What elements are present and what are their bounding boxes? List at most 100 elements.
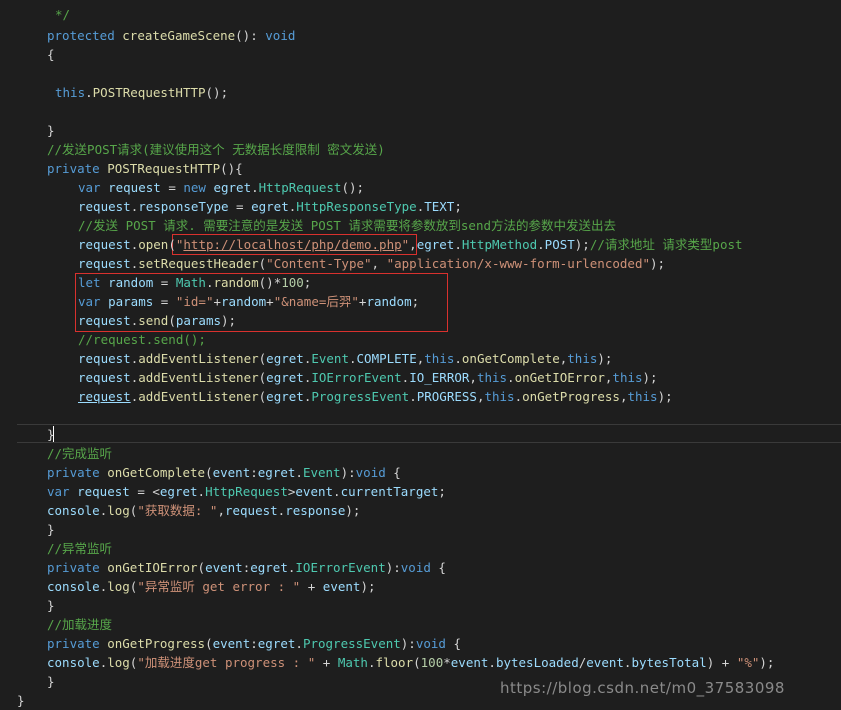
code-token: POSTRequestHTTP <box>92 85 206 100</box>
code-token: new <box>183 180 206 195</box>
code-line[interactable]: request.addEventListener(egret.IOErrorEv… <box>78 368 658 387</box>
code-token: "id=" <box>175 294 214 309</box>
code-token: //发送 POST 请求. 需要注意的是发送 POST 请求需要将参数放到sen… <box>78 218 617 233</box>
code-token: egret <box>266 370 304 385</box>
code-line[interactable]: //异常监听 <box>47 539 112 558</box>
code-token: console <box>47 503 100 518</box>
watermark-text: https://blog.csdn.net/m0_37583098 <box>500 679 785 697</box>
code-line[interactable]: protected createGameScene(): void <box>47 26 295 45</box>
code-token: addEventListener <box>138 370 259 385</box>
code-token: private <box>47 636 100 651</box>
code-token: . <box>251 180 259 195</box>
code-token: { <box>445 636 462 651</box>
code-token: random <box>366 294 412 309</box>
code-line[interactable]: } <box>17 691 25 710</box>
code-line[interactable]: request.addEventListener(egret.Event.COM… <box>78 349 612 368</box>
code-token: = <box>160 180 184 195</box>
code-token: this <box>424 351 455 366</box>
code-line[interactable]: console.log("异常监听 get error : " + event)… <box>47 577 376 596</box>
code-token: } <box>47 427 55 442</box>
code-token: ); <box>574 237 590 252</box>
code-token: (); <box>205 85 229 100</box>
code-token: HttpRequest <box>205 484 288 499</box>
code-token: POST <box>544 237 575 252</box>
code-token: ); <box>642 370 658 385</box>
code-line[interactable]: this.POSTRequestHTTP(); <box>55 83 228 102</box>
code-token: protected <box>47 28 115 43</box>
code-line[interactable]: { <box>47 45 55 64</box>
code-token: request <box>78 370 131 385</box>
code-token: //request.send(); <box>78 332 206 347</box>
code-token: ( <box>413 655 421 670</box>
code-token: log <box>107 579 130 594</box>
code-token: HttpResponseType <box>296 199 417 214</box>
code-line[interactable]: } <box>47 425 55 444</box>
code-line[interactable]: } <box>47 121 55 140</box>
code-line[interactable]: var params = "id="+random+"&name=后羿"+ran… <box>78 292 419 311</box>
code-token: open <box>138 237 169 252</box>
code-line[interactable]: var request = new egret.HttpRequest(); <box>78 178 364 197</box>
code-token: onGetComplete <box>461 351 560 366</box>
code-line[interactable]: //发送 POST 请求. 需要注意的是发送 POST 请求需要将参数放到sen… <box>78 216 616 235</box>
code-line[interactable]: private POSTRequestHTTP(){ <box>47 159 243 178</box>
code-line[interactable]: } <box>47 596 55 615</box>
code-token: egret <box>416 237 455 252</box>
code-token: { <box>47 47 55 62</box>
code-token: IO_ERROR <box>409 370 470 385</box>
code-token: ): <box>400 636 416 651</box>
code-token: 100 <box>420 655 444 670</box>
code-token: POSTRequestHTTP <box>107 161 221 176</box>
code-line[interactable]: request.send(params); <box>78 311 236 330</box>
code-token: event <box>212 465 251 480</box>
code-token: ); <box>221 313 237 328</box>
code-token: 100 <box>281 275 304 290</box>
code-line[interactable]: let random = Math.random()*100; <box>78 273 311 292</box>
code-line[interactable]: request.setRequestHeader("Content-Type",… <box>78 254 665 273</box>
code-token: "&name=后羿" <box>273 294 359 309</box>
code-line[interactable]: } <box>47 672 55 691</box>
code-line[interactable]: request.addEventListener(egret.ProgressE… <box>78 387 673 406</box>
code-token: console <box>47 579 100 594</box>
code-token: } <box>17 693 25 708</box>
code-token: COMPLETE <box>356 351 417 366</box>
code-line[interactable]: } <box>47 520 55 539</box>
code-line[interactable]: //发送POST请求(建议使用这个 无数据长度限制 密文发送) <box>47 140 385 159</box>
code-line[interactable]: var request = <egret.HttpRequest>event.c… <box>47 482 446 501</box>
code-editor[interactable]: */ protected createGameScene(): void { this… <box>0 0 841 709</box>
code-token: ): <box>385 560 401 575</box>
code-token: . <box>295 636 303 651</box>
code-token: void <box>265 28 296 43</box>
code-line[interactable]: console. log ("加载进度get progress : " + Math… <box>47 653 774 672</box>
code-line[interactable]: //request.send(); <box>78 330 206 349</box>
code-line[interactable]: console.log("获取数据: ",request.response); <box>47 501 360 520</box>
code-token: this <box>627 389 658 404</box>
code-token: request <box>78 351 131 366</box>
code-line[interactable]: private onGetIOError(event:egret.IOError… <box>47 558 446 577</box>
code-token: "异常监听 get error : " <box>137 579 301 594</box>
code-token: //发送POST请求(建议使用这个 无数据长度限制 密文发送) <box>47 142 385 157</box>
code-line[interactable]: */ <box>55 5 70 24</box>
code-token: IOErrorEvent <box>311 370 402 385</box>
code-token: ); <box>759 655 775 670</box>
code-line[interactable]: request.open("http://localhost/php/demo.… <box>78 235 743 254</box>
code-token: . <box>295 465 303 480</box>
code-token: Event <box>311 351 349 366</box>
code-token: private <box>47 560 100 575</box>
code-token: + <box>266 294 274 309</box>
code-line[interactable]: private onGetProgress(event:egret.Progre… <box>47 634 461 653</box>
code-token: private <box>47 465 100 480</box>
code-token: event <box>212 636 251 651</box>
code-token: egret <box>257 636 296 651</box>
code-line[interactable]: //加载进度 <box>47 615 112 634</box>
code-line[interactable]: request.responseType = egret.HttpRespons… <box>78 197 462 216</box>
code-token: //请求地址 请求类型post <box>589 237 743 252</box>
code-token: ( <box>205 636 213 651</box>
code-token: responseType <box>138 199 229 214</box>
current-line-highlight <box>17 424 841 443</box>
code-line[interactable]: private onGetComplete(event:egret.Event)… <box>47 463 401 482</box>
code-line[interactable]: //完成监听 <box>47 444 112 463</box>
code-token: ; <box>411 294 420 309</box>
